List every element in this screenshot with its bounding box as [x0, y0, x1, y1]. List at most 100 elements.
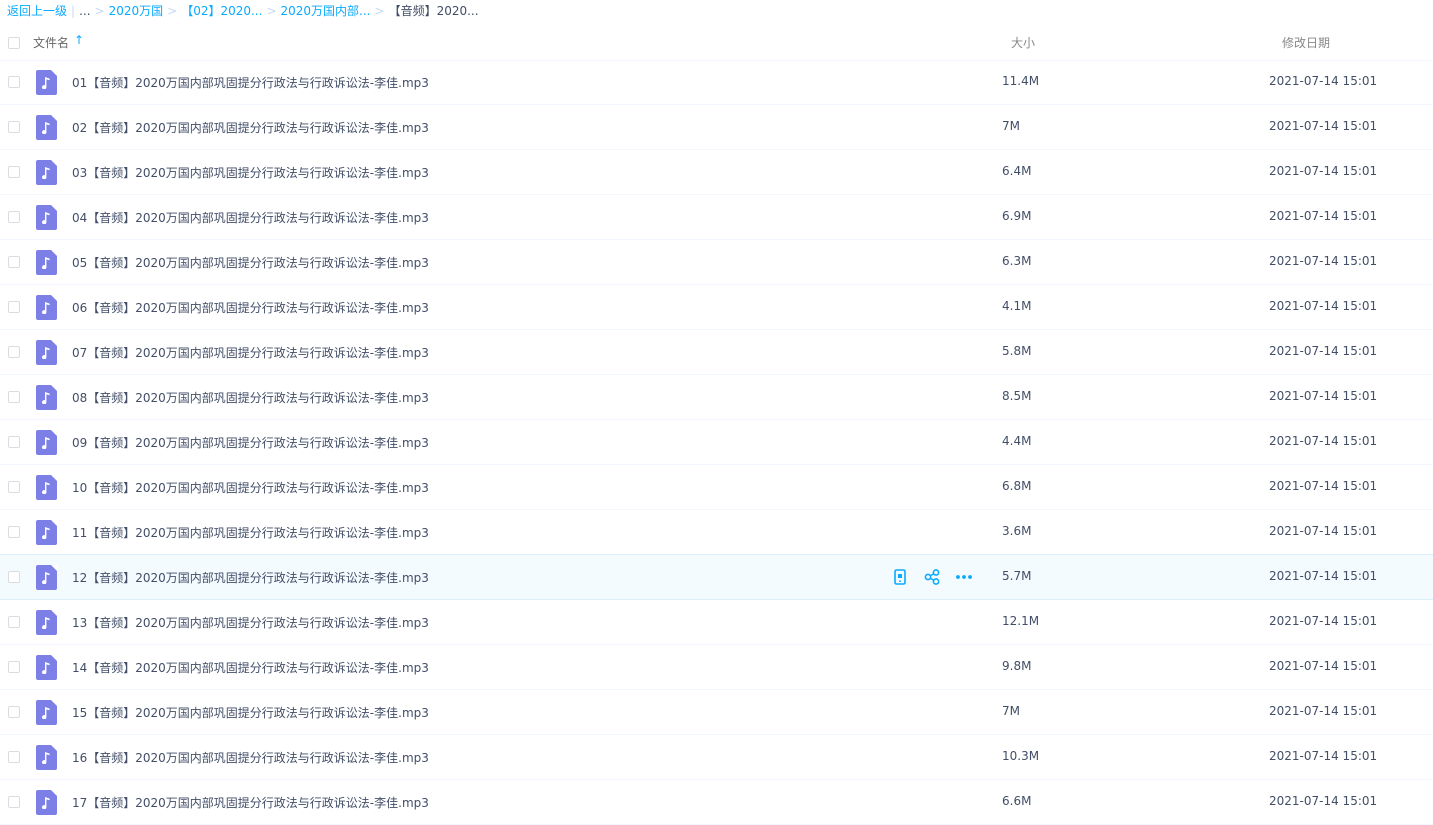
- file-modified-date: 2021-07-14 15:01: [1269, 299, 1378, 313]
- file-name[interactable]: 14【音频】2020万国内部巩固提分行政法与行政诉讼法-李佳.mp3: [72, 659, 429, 676]
- row-checkbox[interactable]: [8, 616, 20, 628]
- file-name[interactable]: 15【音频】2020万国内部巩固提分行政法与行政诉讼法-李佳.mp3: [72, 704, 429, 721]
- file-name[interactable]: 09【音频】2020万国内部巩固提分行政法与行政诉讼法-李佳.mp3: [72, 434, 429, 451]
- music-file-icon: [36, 700, 57, 725]
- file-row[interactable]: 05【音频】2020万国内部巩固提分行政法与行政诉讼法-李佳.mp3 6.3M 20…: [0, 240, 1433, 285]
- row-checkbox[interactable]: [8, 481, 20, 493]
- breadcrumb-separator: >: [94, 4, 105, 18]
- file-size: 5.8M: [1002, 344, 1032, 358]
- row-checkbox[interactable]: [8, 76, 20, 88]
- music-file-icon: [36, 475, 57, 500]
- file-row[interactable]: 03【音频】2020万国内部巩固提分行政法与行政诉讼法-李佳.mp3 6.4M 20…: [0, 150, 1433, 195]
- file-modified-date: 2021-07-14 15:01: [1269, 119, 1378, 133]
- file-row[interactable]: 10【音频】2020万国内部巩固提分行政法与行政诉讼法-李佳.mp3 6.8M 20…: [0, 465, 1433, 510]
- row-checkbox[interactable]: [8, 526, 20, 538]
- file-row[interactable]: 09【音频】2020万国内部巩固提分行政法与行政诉讼法-李佳.mp3 4.4M 20…: [0, 420, 1433, 465]
- file-size: 10.3M: [1002, 749, 1040, 763]
- music-file-icon: [36, 610, 57, 635]
- share-icon[interactable]: [922, 567, 942, 587]
- file-size: 7M: [1002, 704, 1020, 718]
- row-checkbox[interactable]: [8, 346, 20, 358]
- row-checkbox[interactable]: [8, 751, 20, 763]
- file-name[interactable]: 03【音频】2020万国内部巩固提分行政法与行政诉讼法-李佳.mp3: [72, 164, 429, 181]
- breadcrumb-ellipsis[interactable]: ...: [79, 4, 90, 18]
- file-modified-date: 2021-07-14 15:01: [1269, 164, 1378, 178]
- file-modified-date: 2021-07-14 15:01: [1269, 704, 1378, 718]
- row-checkbox[interactable]: [8, 121, 20, 133]
- column-header-modified[interactable]: 修改日期: [1282, 34, 1330, 51]
- row-checkbox[interactable]: [8, 211, 20, 223]
- file-row[interactable]: 02【音频】2020万国内部巩固提分行政法与行政诉讼法-李佳.mp3 7M 2021…: [0, 105, 1433, 150]
- file-name[interactable]: 10【音频】2020万国内部巩固提分行政法与行政诉讼法-李佳.mp3: [72, 479, 429, 496]
- file-size: 6.3M: [1002, 254, 1032, 268]
- music-file-icon: [36, 385, 57, 410]
- file-row[interactable]: 16【音频】2020万国内部巩固提分行政法与行政诉讼法-李佳.mp3 10.3M 2…: [0, 735, 1433, 780]
- row-checkbox[interactable]: [8, 391, 20, 403]
- file-modified-date: 2021-07-14 15:01: [1269, 659, 1378, 673]
- file-name[interactable]: 02【音频】2020万国内部巩固提分行政法与行政诉讼法-李佳.mp3: [72, 119, 429, 136]
- file-name[interactable]: 04【音频】2020万国内部巩固提分行政法与行政诉讼法-李佳.mp3: [72, 209, 429, 226]
- file-row[interactable]: 07【音频】2020万国内部巩固提分行政法与行政诉讼法-李佳.mp3 5.8M 20…: [0, 330, 1433, 375]
- file-name[interactable]: 06【音频】2020万国内部巩固提分行政法与行政诉讼法-李佳.mp3: [72, 299, 429, 316]
- file-row[interactable]: 08【音频】2020万国内部巩固提分行政法与行政诉讼法-李佳.mp3 8.5M 20…: [0, 375, 1433, 420]
- breadcrumb-separator: >: [266, 4, 277, 18]
- file-modified-date: 2021-07-14 15:01: [1269, 74, 1378, 88]
- file-row[interactable]: 11【音频】2020万国内部巩固提分行政法与行政诉讼法-李佳.mp3 3.6M 20…: [0, 510, 1433, 555]
- breadcrumb-item-2020wanguo-neibu[interactable]: 2020万国内部...: [281, 4, 371, 18]
- select-all-checkbox[interactable]: [8, 37, 20, 49]
- file-modified-date: 2021-07-14 15:01: [1269, 344, 1378, 358]
- file-row[interactable]: 12【音频】2020万国内部巩固提分行政法与行政诉讼法-李佳.mp3 5.7M 20…: [0, 554, 1433, 600]
- file-size: 6.9M: [1002, 209, 1032, 223]
- file-list-header: 文件名 ↑ 大小 修改日期: [0, 22, 1433, 61]
- file-name[interactable]: 17【音频】2020万国内部巩固提分行政法与行政诉讼法-李佳.mp3: [72, 794, 429, 811]
- column-header-size[interactable]: 大小: [1011, 34, 1035, 51]
- row-checkbox[interactable]: [8, 166, 20, 178]
- music-file-icon: [36, 430, 57, 455]
- file-name[interactable]: 13【音频】2020万国内部巩固提分行政法与行政诉讼法-李佳.mp3: [72, 614, 429, 631]
- music-file-icon: [36, 565, 57, 590]
- file-row[interactable]: 17【音频】2020万国内部巩固提分行政法与行政诉讼法-李佳.mp3 6.6M 20…: [0, 780, 1433, 825]
- file-row[interactable]: 13【音频】2020万国内部巩固提分行政法与行政诉讼法-李佳.mp3 12.1M 2…: [0, 600, 1433, 645]
- file-size: 6.8M: [1002, 479, 1032, 493]
- file-size: 4.1M: [1002, 299, 1032, 313]
- file-name[interactable]: 01【音频】2020万国内部巩固提分行政法与行政诉讼法-李佳.mp3: [72, 74, 429, 91]
- file-name[interactable]: 08【音频】2020万国内部巩固提分行政法与行政诉讼法-李佳.mp3: [72, 389, 429, 406]
- file-name[interactable]: 11【音频】2020万国内部巩固提分行政法与行政诉讼法-李佳.mp3: [72, 524, 429, 541]
- sort-ascending-icon[interactable]: ↑: [74, 33, 84, 47]
- file-size: 5.7M: [1002, 569, 1032, 583]
- breadcrumb-item-2020wanguo[interactable]: 2020万国: [109, 4, 164, 18]
- file-name[interactable]: 16【音频】2020万国内部巩固提分行政法与行政诉讼法-李佳.mp3: [72, 749, 429, 766]
- music-file-icon: [36, 115, 57, 140]
- music-file-icon: [36, 520, 57, 545]
- file-row[interactable]: 01【音频】2020万国内部巩固提分行政法与行政诉讼法-李佳.mp3 11.4M 2…: [0, 60, 1433, 105]
- file-row[interactable]: 14【音频】2020万国内部巩固提分行政法与行政诉讼法-李佳.mp3 9.8M 20…: [0, 645, 1433, 690]
- music-file-icon: [36, 70, 57, 95]
- more-icon[interactable]: [954, 567, 974, 587]
- file-name[interactable]: 05【音频】2020万国内部巩固提分行政法与行政诉讼法-李佳.mp3: [72, 254, 429, 271]
- file-modified-date: 2021-07-14 15:01: [1269, 209, 1378, 223]
- row-checkbox[interactable]: [8, 706, 20, 718]
- file-name[interactable]: 12【音频】2020万国内部巩固提分行政法与行政诉讼法-李佳.mp3: [72, 569, 429, 586]
- row-checkbox[interactable]: [8, 436, 20, 448]
- back-link[interactable]: 返回上一级: [7, 4, 67, 18]
- file-row[interactable]: 04【音频】2020万国内部巩固提分行政法与行政诉讼法-李佳.mp3 6.9M 20…: [0, 195, 1433, 240]
- breadcrumb: 返回上一级 |... >2020万国 > 【02】2020... >2020万国内部...…: [7, 0, 479, 22]
- file-size: 3.6M: [1002, 524, 1032, 538]
- row-checkbox[interactable]: [8, 256, 20, 268]
- row-checkbox[interactable]: [8, 301, 20, 313]
- file-modified-date: 2021-07-14 15:01: [1269, 479, 1378, 493]
- phone-icon[interactable]: [890, 567, 910, 587]
- file-row[interactable]: 15【音频】2020万国内部巩固提分行政法与行政诉讼法-李佳.mp3 7M 2021…: [0, 690, 1433, 735]
- column-header-name[interactable]: 文件名: [33, 34, 69, 51]
- row-checkbox[interactable]: [8, 571, 20, 583]
- breadcrumb-item-02-2020[interactable]: 【02】2020...: [181, 4, 262, 18]
- row-checkbox[interactable]: [8, 661, 20, 673]
- breadcrumb-separator: >: [374, 4, 385, 18]
- music-file-icon: [36, 205, 57, 230]
- file-row[interactable]: 06【音频】2020万国内部巩固提分行政法与行政诉讼法-李佳.mp3 4.1M 20…: [0, 285, 1433, 330]
- file-modified-date: 2021-07-14 15:01: [1269, 524, 1378, 538]
- music-file-icon: [36, 295, 57, 320]
- row-checkbox[interactable]: [8, 796, 20, 808]
- file-name[interactable]: 07【音频】2020万国内部巩固提分行政法与行政诉讼法-李佳.mp3: [72, 344, 429, 361]
- file-list: 01【音频】2020万国内部巩固提分行政法与行政诉讼法-李佳.mp3 11.4M 2…: [0, 60, 1433, 825]
